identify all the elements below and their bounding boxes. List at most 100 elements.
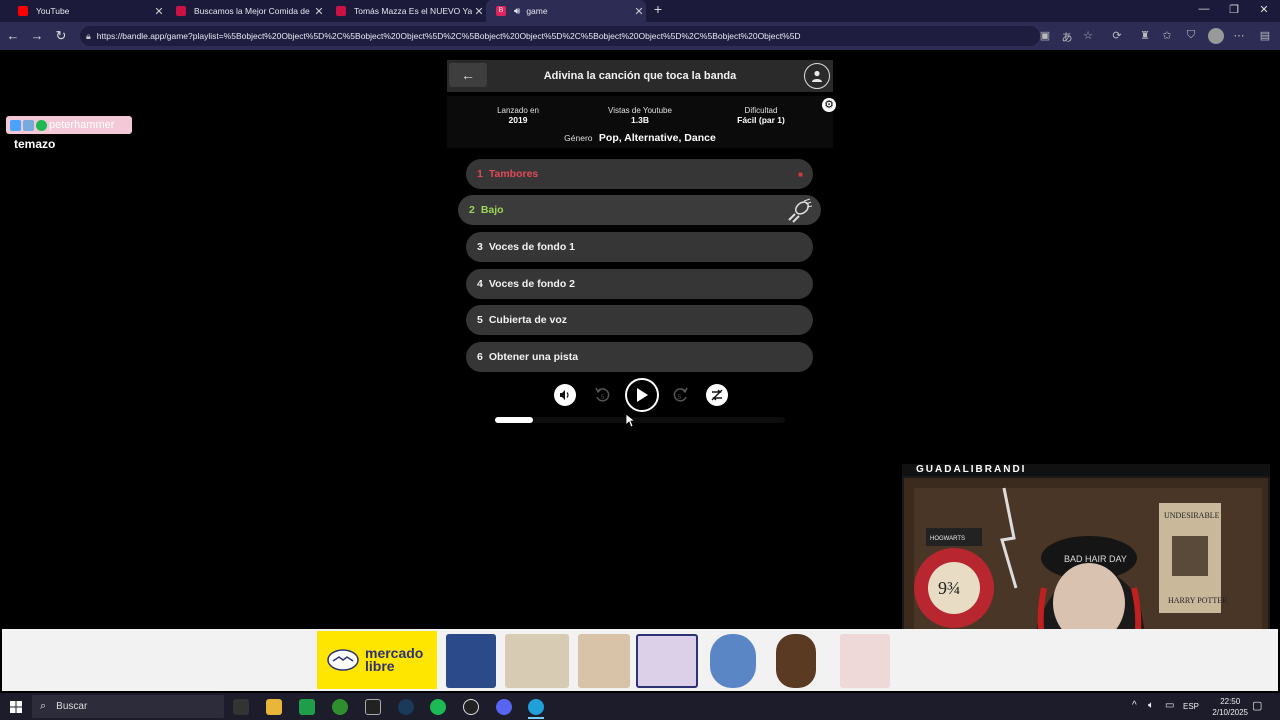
track-label: Tambores: [488, 168, 539, 180]
user-icon: [812, 70, 822, 82]
discord-icon[interactable]: [496, 699, 512, 715]
search-placeholder: Buscar: [56, 701, 88, 712]
track-backing-vocals-2[interactable]: 4 Voces de fondo 2: [466, 269, 813, 299]
handshake-icon: [327, 649, 359, 671]
back-arrow-icon: ←: [461, 67, 475, 83]
rewind-icon: 5: [595, 387, 610, 402]
back-button[interactable]: ←: [449, 63, 487, 87]
edge-icon[interactable]: [528, 699, 544, 715]
volume-tray-icon[interactable]: 🔈︎: [1148, 700, 1154, 711]
track-label: Bajo: [480, 204, 504, 216]
close-tab-icon[interactable]: ✕: [632, 5, 646, 18]
tab-comida[interactable]: Buscamos la Mejor Comida de Es ✕: [166, 0, 326, 22]
track-label: Voces de fondo 2: [488, 278, 575, 290]
maximize-button[interactable]: ❐: [1222, 3, 1246, 16]
tab-game[interactable]: B 🔊︎ game ✕: [486, 0, 646, 22]
minimize-button[interactable]: —: [1192, 3, 1216, 15]
close-tab-icon[interactable]: ✕: [152, 5, 166, 18]
back-arrow-icon[interactable]: ←: [5, 28, 21, 44]
tray-chevron-icon[interactable]: ^: [1132, 700, 1137, 711]
track-get-hint[interactable]: 6 Obtener una pista: [466, 342, 813, 372]
forward-5-button[interactable]: 5: [669, 384, 691, 406]
product-thumbnail[interactable]: [840, 634, 890, 688]
youtube-icon: [18, 6, 28, 16]
spotify-icon: [36, 119, 47, 131]
play-button[interactable]: [625, 378, 659, 412]
genre-label: Género: [564, 133, 593, 143]
clock[interactable]: 22:50 2/10/2025: [1212, 696, 1248, 718]
track-backing-vocals-1[interactable]: 3 Voces de fondo 1: [466, 232, 813, 262]
product-thumbnail[interactable]: [776, 634, 816, 688]
app-icon[interactable]: [233, 699, 249, 715]
speaker-icon[interactable]: 🔊︎: [514, 6, 520, 17]
settings-gear-icon[interactable]: ⚙: [822, 98, 836, 112]
tab-tomas-mazza[interactable]: Tomás Mazza Es el NUEVO Yao Ca ✕: [326, 0, 486, 22]
windows-start-icon[interactable]: [10, 701, 22, 713]
spotify-icon[interactable]: [430, 699, 446, 715]
bandle-icon: B: [496, 6, 506, 16]
product-thumbnail[interactable]: [505, 634, 569, 688]
steam-icon[interactable]: [398, 699, 414, 715]
track-number: 2: [469, 204, 475, 216]
avatar[interactable]: [1208, 28, 1224, 44]
taskbar-search[interactable]: ⌕ Buscar: [32, 695, 224, 718]
views-label: Vistas de Youtube: [608, 106, 672, 115]
rewind-5-button[interactable]: 5: [592, 384, 614, 406]
xbox-icon[interactable]: [332, 699, 348, 715]
badge-icon: [10, 119, 21, 131]
svg-text:UNDESIRABLE: UNDESIRABLE: [1164, 511, 1220, 520]
tab-title: Buscamos la Mejor Comida de Es: [194, 6, 312, 16]
close-tab-icon[interactable]: ✕: [312, 5, 326, 18]
forward-arrow-icon[interactable]: →: [29, 28, 45, 44]
profile-button[interactable]: [804, 63, 830, 89]
sidebar-icon[interactable]: ▤: [1258, 29, 1272, 42]
epic-games-icon[interactable]: [365, 699, 381, 715]
taskbar: ⌕ Buscar ^ 🔈︎ ▭ ESP 22:50 2/10/2025 ▢: [0, 693, 1280, 720]
volume-icon: [560, 390, 569, 400]
favorite-star-icon[interactable]: ☆: [1081, 29, 1095, 42]
product-thumbnail[interactable]: [710, 634, 756, 688]
network-tray-icon[interactable]: ▭: [1165, 700, 1174, 711]
shield-icon[interactable]: ⛉: [1184, 29, 1198, 42]
extension-icon[interactable]: ♜: [1138, 29, 1152, 42]
new-tab-button[interactable]: +: [646, 1, 670, 17]
svg-text:HOGWARTS: HOGWARTS: [930, 536, 965, 542]
reader-mode-icon[interactable]: ▣: [1038, 29, 1052, 42]
obs-icon[interactable]: [463, 699, 479, 715]
mercado-libre-logo[interactable]: mercado libre: [317, 631, 437, 689]
product-thumbnail[interactable]: [578, 634, 630, 688]
chat-username: peterhammer: [49, 119, 115, 131]
track-bass[interactable]: 2 Bajo: [458, 195, 821, 225]
url-text: https://bandle.app/game?playlist=%5Bobje…: [96, 31, 801, 41]
bass-guitar-icon: [788, 198, 813, 223]
close-window-button[interactable]: ✕: [1252, 3, 1276, 16]
audio-progress-bar[interactable]: [495, 417, 785, 423]
favorites-icon[interactable]: ✩: [1160, 29, 1174, 42]
notifications-icon[interactable]: ▢: [1252, 699, 1262, 712]
page-title: Adivina la canción que toca la banda: [543, 70, 737, 82]
translate-icon[interactable]: あ: [1060, 29, 1074, 45]
chat-message: temazo: [14, 137, 56, 151]
product-thumbnail[interactable]: [446, 634, 496, 688]
product-thumbnail[interactable]: [636, 634, 698, 688]
refresh-extension-icon[interactable]: ⟳: [1110, 29, 1124, 42]
more-menu-icon[interactable]: ⋯: [1232, 29, 1246, 42]
tab-title: game: [526, 6, 548, 16]
brand-line: libre: [365, 658, 395, 674]
language-indicator[interactable]: ESP: [1183, 702, 1199, 711]
volume-button[interactable]: [554, 384, 576, 406]
genre-row: Género Pop, Alternative, Dance: [447, 132, 833, 144]
address-bar[interactable]: 🔒︎ https://bandle.app/game?playlist=%5Bo…: [80, 26, 1040, 46]
reload-icon[interactable]: ↻: [53, 28, 69, 44]
track-label: Voces de fondo 1: [488, 241, 575, 253]
play-icon: [637, 388, 648, 402]
track-label: Obtener una pista: [488, 351, 579, 363]
badge-icon: [23, 119, 34, 131]
tab-youtube[interactable]: YouTube ✕: [8, 0, 166, 22]
excel-icon[interactable]: [299, 699, 315, 715]
track-vocal-cover[interactable]: 5 Cubierta de voz: [466, 305, 813, 335]
close-tab-icon[interactable]: ✕: [472, 5, 486, 18]
skip-button[interactable]: [706, 384, 728, 406]
track-label: Cubierta de voz: [488, 314, 568, 326]
file-explorer-icon[interactable]: [266, 699, 282, 715]
